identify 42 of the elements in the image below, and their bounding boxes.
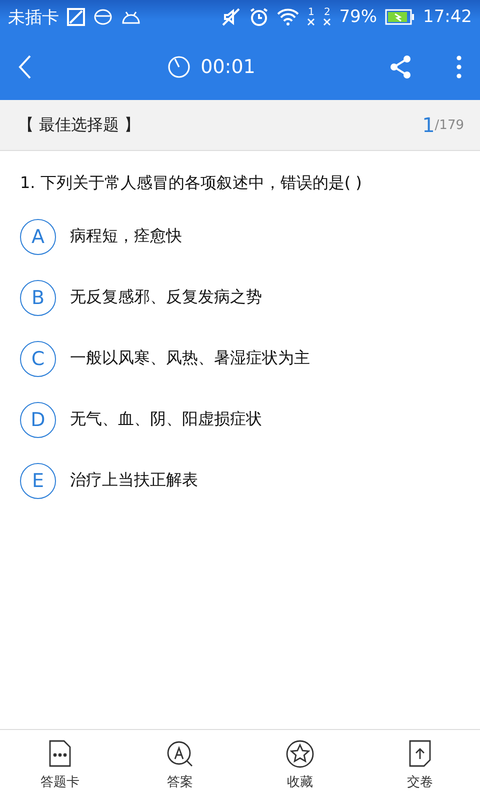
more-menu-button[interactable]: [456, 55, 462, 79]
question-text: 1. 下列关于常人感冒的各项叙述中，错误的是( ): [19, 172, 363, 194]
answer-option[interactable]: D 无气、血、阴、阳虚损症状: [0, 389, 480, 450]
no-sim-icon: [323, 18, 332, 26]
option-text: 治疗上当扶正解表: [70, 470, 198, 491]
image-icon: [67, 8, 85, 26]
muted-speaker-icon: [221, 7, 242, 27]
nav-tab[interactable]: 答题卡: [0, 730, 120, 800]
answer-option[interactable]: A 病程短，痊愈快: [0, 206, 480, 267]
nav-tab[interactable]: 答案: [120, 730, 240, 800]
alarm-clock-icon: [249, 7, 270, 27]
no-sim-icon: [307, 18, 316, 26]
option-letter: C: [20, 340, 56, 376]
timer-text: 00:01: [200, 56, 256, 78]
android-icon: [121, 10, 141, 24]
option-text: 一般以风寒、风热、暑湿症状为主: [70, 348, 310, 369]
nav-tab[interactable]: 收藏: [240, 730, 360, 800]
battery-percent: 79%: [339, 7, 377, 27]
stopwatch-icon: [166, 55, 191, 79]
battery-charging-icon: [385, 9, 415, 25]
answer-option[interactable]: E 治疗上当扶正解表: [0, 450, 480, 511]
clock-time: 17:42: [423, 7, 472, 27]
share-button[interactable]: [390, 55, 412, 79]
option-letter: D: [20, 402, 56, 438]
total-questions: /179: [434, 118, 464, 132]
option-letter: B: [20, 280, 56, 316]
letter-magnifier-icon: [165, 739, 195, 769]
option-letter: A: [20, 218, 56, 254]
wifi-icon: [277, 8, 300, 26]
answer-option[interactable]: C 一般以风寒、风热、暑湿症状为主: [0, 328, 480, 389]
section-title: 【 最佳选择题 】: [18, 114, 140, 136]
answer-option[interactable]: B 无反复感邪、反复发病之势: [0, 267, 480, 328]
nav-tab[interactable]: 交卷: [360, 730, 480, 800]
carrier-text: 未插卡: [8, 6, 59, 28]
sim-slot-number: 2: [324, 8, 330, 18]
option-text: 无气、血、阴、阳虚损症状: [70, 409, 262, 430]
option-text: 无反复感邪、反复发病之势: [70, 287, 262, 308]
sim-slot-number: 1: [308, 8, 314, 18]
option-letter: E: [20, 462, 56, 498]
option-text: 病程短，痊愈快: [70, 226, 182, 247]
current-question-number: 1: [422, 113, 435, 137]
back-button[interactable]: [18, 54, 32, 80]
